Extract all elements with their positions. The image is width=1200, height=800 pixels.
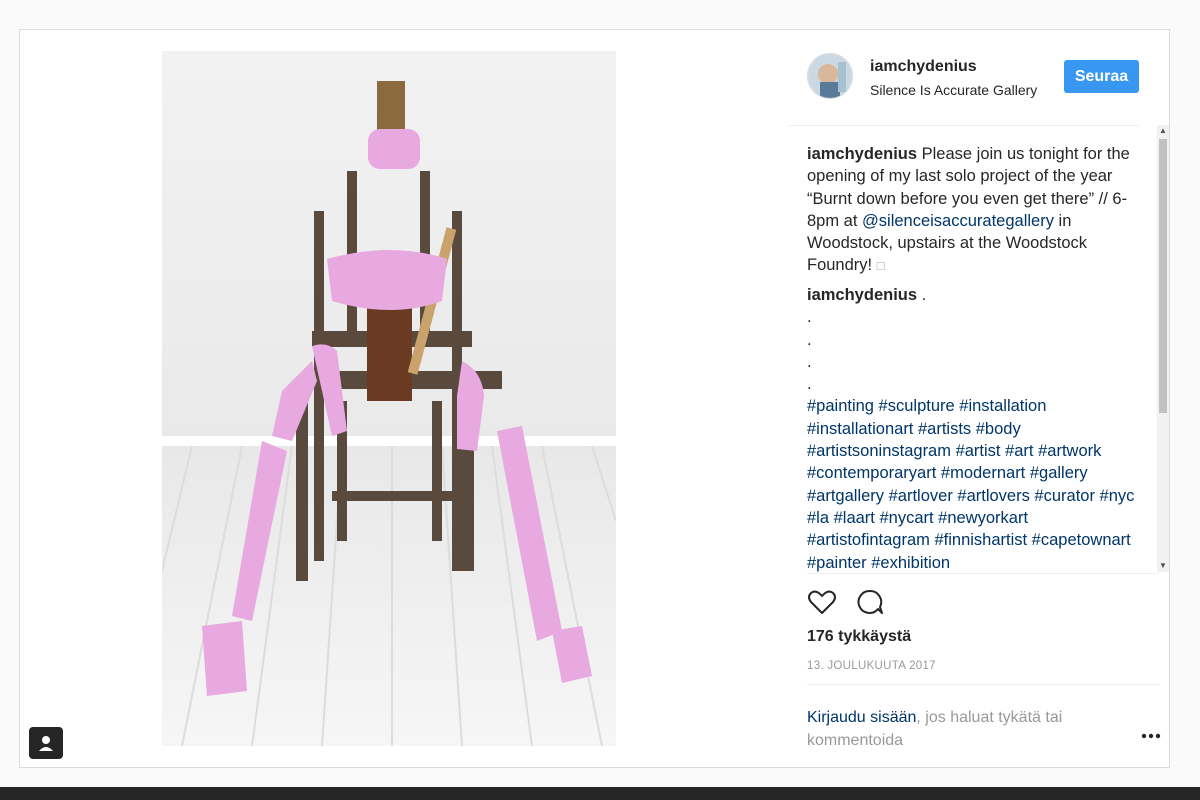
person-tag-icon xyxy=(39,736,53,751)
dot-line: . xyxy=(807,308,812,327)
avatar-image xyxy=(808,54,852,98)
post-location[interactable]: Silence Is Accurate Gallery xyxy=(870,82,1037,98)
comments-scrollbar[interactable]: ▲ ▼ xyxy=(1157,125,1169,572)
comment-username[interactable]: iamchydenius xyxy=(807,286,917,304)
more-options-button[interactable] xyxy=(1139,728,1163,744)
dot-line: . xyxy=(807,352,812,371)
user-tag-button[interactable] xyxy=(29,727,63,759)
dot-line: . xyxy=(807,330,812,349)
scroll-thumb[interactable] xyxy=(1159,139,1167,413)
divider xyxy=(807,684,1159,685)
scroll-up-arrow[interactable]: ▲ xyxy=(1157,125,1169,137)
post-sidebar: iamchydenius Silence Is Accurate Gallery… xyxy=(787,30,1169,767)
divider xyxy=(807,573,1159,574)
like-button[interactable] xyxy=(807,587,837,617)
post-photo[interactable] xyxy=(162,51,616,746)
post-header: iamchydenius Silence Is Accurate Gallery… xyxy=(787,30,1139,126)
caption-comment: iamchydenius Please join us tonight for … xyxy=(807,143,1149,278)
follow-button[interactable]: Seuraa xyxy=(1064,60,1139,93)
scroll-down-arrow[interactable]: ▼ xyxy=(1157,560,1169,572)
post-date[interactable]: 13. JOULUKUUTA 2017 xyxy=(807,660,936,672)
dot-line: . xyxy=(807,375,812,394)
post-card: iamchydenius Silence Is Accurate Gallery… xyxy=(19,29,1170,768)
comments-list: iamchydenius Please join us tonight for … xyxy=(787,126,1159,573)
heart-icon xyxy=(808,590,836,614)
like-count[interactable]: 176 tykkäystä xyxy=(807,628,911,646)
login-link[interactable]: Kirjaudu sisään xyxy=(807,709,916,726)
more-options-icon xyxy=(1141,733,1161,739)
post-media xyxy=(20,30,787,767)
login-prompt: Kirjaudu sisään, jos haluat tykätä tai k… xyxy=(807,706,1117,752)
comment-button[interactable] xyxy=(855,587,885,617)
comment-text: . xyxy=(921,286,927,304)
comment-username[interactable]: iamchydenius xyxy=(807,145,917,163)
avatar[interactable] xyxy=(807,53,853,99)
hashtag-comment: iamchydenius . . . . . #painting #sculpt… xyxy=(807,284,1149,573)
speech-bubble-icon xyxy=(857,589,883,614)
hashtag-list[interactable]: #painting #sculpture #installation #inst… xyxy=(807,395,1149,573)
post-username[interactable]: iamchydenius xyxy=(870,58,977,76)
emoji-box: □ xyxy=(876,258,885,274)
mention-link[interactable]: @silenceisaccurategallery xyxy=(862,212,1054,230)
bottom-bar xyxy=(0,787,1200,800)
